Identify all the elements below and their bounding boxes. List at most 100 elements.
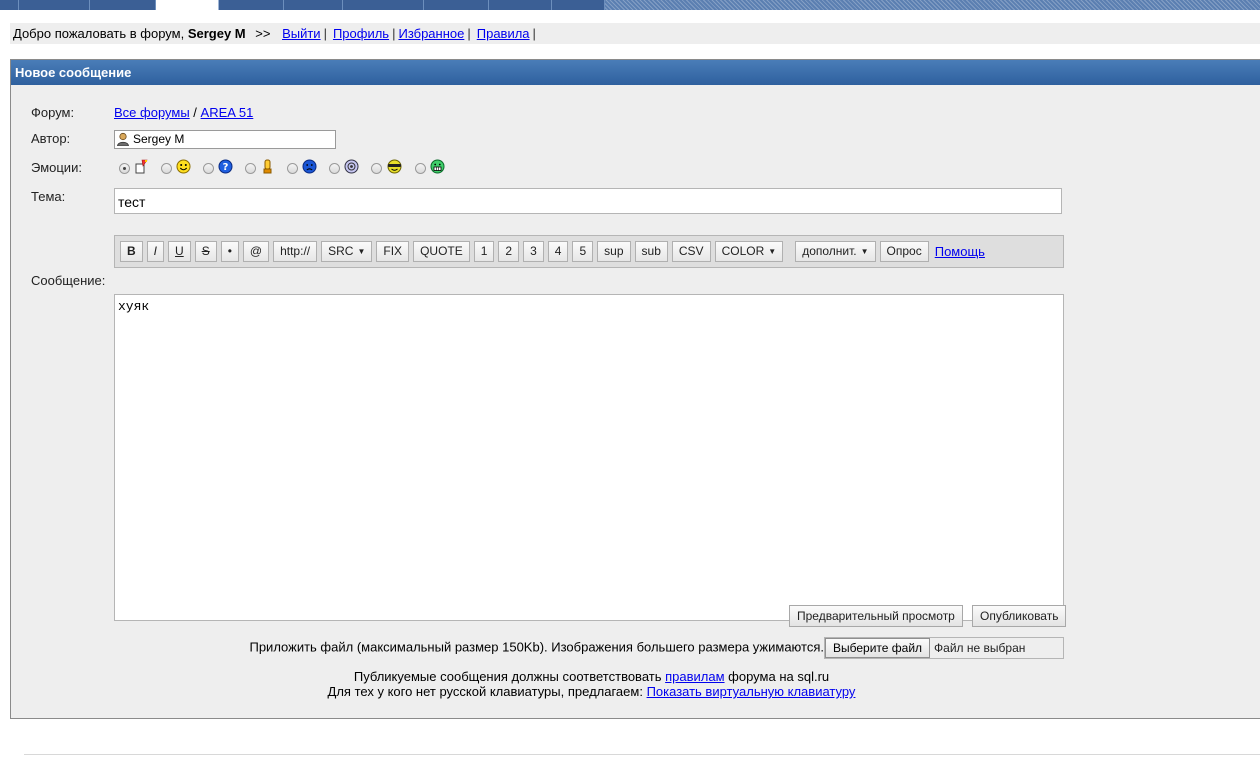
level-3-button[interactable]: 3 <box>523 241 544 262</box>
file-input[interactable]: Выберите файл Файл не выбран <box>824 637 1064 659</box>
src-label: SRC <box>328 244 354 258</box>
top-nav-tab[interactable] <box>19 0 90 10</box>
level-4-button[interactable]: 4 <box>547 241 569 262</box>
emotion-radio[interactable] <box>287 162 298 174</box>
top-nav-tab[interactable] <box>219 0 284 10</box>
subject-input[interactable]: тест <box>114 188 1062 214</box>
emotion-radio[interactable] <box>371 162 382 174</box>
subject-label: Тема: <box>31 189 66 204</box>
forum-breadcrumb: Все форумы / AREA 51 <box>114 105 253 120</box>
strike-button[interactable]: S <box>194 241 217 262</box>
new-message-panel: Новое сообщение Форум: Все форумы / AREA… <box>10 59 1260 719</box>
author-field: Sergey M <box>114 130 336 149</box>
list-item-button[interactable]: • <box>220 241 239 262</box>
fix-button[interactable]: FIX <box>376 241 410 262</box>
emotions-label: Эмоции: <box>31 160 82 175</box>
user-icon <box>116 132 130 151</box>
message-label: Сообщение: <box>31 273 106 288</box>
top-nav-tab[interactable] <box>552 0 605 10</box>
emotion-option[interactable] <box>329 159 359 177</box>
src-dropdown[interactable]: SRC ▼ <box>321 241 373 262</box>
csv-button[interactable]: CSV <box>671 241 711 262</box>
separator: | <box>392 26 396 41</box>
emotion-option[interactable] <box>371 159 403 177</box>
publish-button[interactable]: Опубликовать <box>972 605 1067 627</box>
username: Sergey M <box>187 26 246 41</box>
emotion-radio[interactable] <box>415 162 426 174</box>
welcome-arrows: >> <box>255 26 271 41</box>
level-1-button[interactable]: 1 <box>473 241 495 262</box>
profile-link[interactable]: Профиль <box>333 26 389 41</box>
virtual-keyboard-link[interactable]: Показать виртуальную клавиатуру <box>647 684 856 699</box>
top-nav-strip <box>0 0 1260 10</box>
quote-button[interactable]: QUOTE <box>413 241 470 262</box>
sub-button[interactable]: sub <box>634 241 668 262</box>
smiley-icon <box>176 159 191 177</box>
area51-link[interactable]: AREA 51 <box>201 105 254 120</box>
color-label: COLOR <box>721 244 765 258</box>
extra-label: дополнит. <box>802 244 857 258</box>
file-status: Файл не выбран <box>934 641 1026 655</box>
emotion-option[interactable] <box>287 159 317 177</box>
top-nav-tab[interactable] <box>343 0 424 10</box>
level-5-button[interactable]: 5 <box>572 241 594 262</box>
rules-inline-link[interactable]: правилам <box>665 669 724 684</box>
attach-label: Приложить файл (максимальный размер 150K… <box>249 639 824 655</box>
author-name: Sergey M <box>133 132 185 146</box>
emotion-option[interactable] <box>119 159 149 177</box>
poll-button[interactable]: Опрос <box>879 241 929 262</box>
top-nav-tab[interactable] <box>489 0 552 10</box>
svg-text:?: ? <box>223 162 229 173</box>
favorites-link[interactable]: Избранное <box>398 26 464 41</box>
formatting-toolbar: B I U S • @ http:// SRC ▼ FIX QUOTE 1 2 3… <box>114 235 1064 268</box>
attach-row: Приложить файл (максимальный размер 150K… <box>11 637 1064 659</box>
keyboard-text: Для тех у кого нет русской клавиатуры, п… <box>327 684 643 699</box>
chevron-down-icon: ▼ <box>860 247 869 256</box>
emotion-radio[interactable] <box>245 162 256 174</box>
top-nav-tab[interactable] <box>90 0 156 10</box>
emotion-radio[interactable] <box>119 162 130 174</box>
emotion-radio[interactable] <box>161 162 172 174</box>
emotion-option[interactable] <box>161 159 191 177</box>
thumbs-up-icon <box>260 159 275 177</box>
emotion-radio[interactable] <box>203 162 214 174</box>
level-2-button[interactable]: 2 <box>498 241 520 262</box>
email-button[interactable]: @ <box>242 241 270 262</box>
url-button[interactable]: http:// <box>273 241 318 262</box>
panel-title: Новое сообщение <box>11 60 1260 85</box>
top-nav-tab[interactable] <box>424 0 489 10</box>
sad-face-icon <box>302 159 317 177</box>
rules-link[interactable]: Правила <box>477 26 530 41</box>
top-nav-tab[interactable] <box>0 0 19 10</box>
emotion-option[interactable] <box>245 159 275 177</box>
dizzy-face-icon <box>344 159 359 177</box>
keyboard-line: Для тех у кого нет русской клавиатуры, п… <box>119 684 1064 699</box>
author-label: Автор: <box>31 131 71 146</box>
cool-face-icon <box>386 159 403 177</box>
grin-face-icon <box>430 159 445 177</box>
forum-label: Форум: <box>31 105 75 120</box>
message-text: хуяк <box>118 299 150 314</box>
top-nav-tab-active[interactable] <box>156 0 219 10</box>
top-nav-tab[interactable] <box>284 0 343 10</box>
emotion-radio[interactable] <box>329 162 340 174</box>
sup-button[interactable]: sup <box>597 241 631 262</box>
emotion-option[interactable]: ? <box>203 159 233 177</box>
logout-link[interactable]: Выйти <box>282 26 321 41</box>
underline-button[interactable]: U <box>168 241 191 262</box>
all-forums-link[interactable]: Все форумы <box>114 105 190 120</box>
preview-button[interactable]: Предварительный просмотр <box>789 605 963 627</box>
extra-dropdown[interactable]: дополнит. ▼ <box>795 241 876 262</box>
italic-button[interactable]: I <box>146 241 165 262</box>
rules-line: Публикуемые сообщения должны соответство… <box>119 669 1064 684</box>
emotion-option[interactable] <box>415 159 445 177</box>
message-textarea[interactable]: хуяк <box>114 294 1064 621</box>
chevron-down-icon: ▼ <box>357 247 366 256</box>
color-dropdown[interactable]: COLOR ▼ <box>714 241 784 262</box>
separator: | <box>323 26 327 41</box>
rules-text-end: форума на sql.ru <box>728 669 830 684</box>
question-face-icon: ? <box>218 159 233 177</box>
choose-file-button[interactable]: Выберите файл <box>825 638 931 658</box>
bold-button[interactable]: B <box>120 241 143 262</box>
help-link[interactable]: Помощь <box>935 244 985 259</box>
